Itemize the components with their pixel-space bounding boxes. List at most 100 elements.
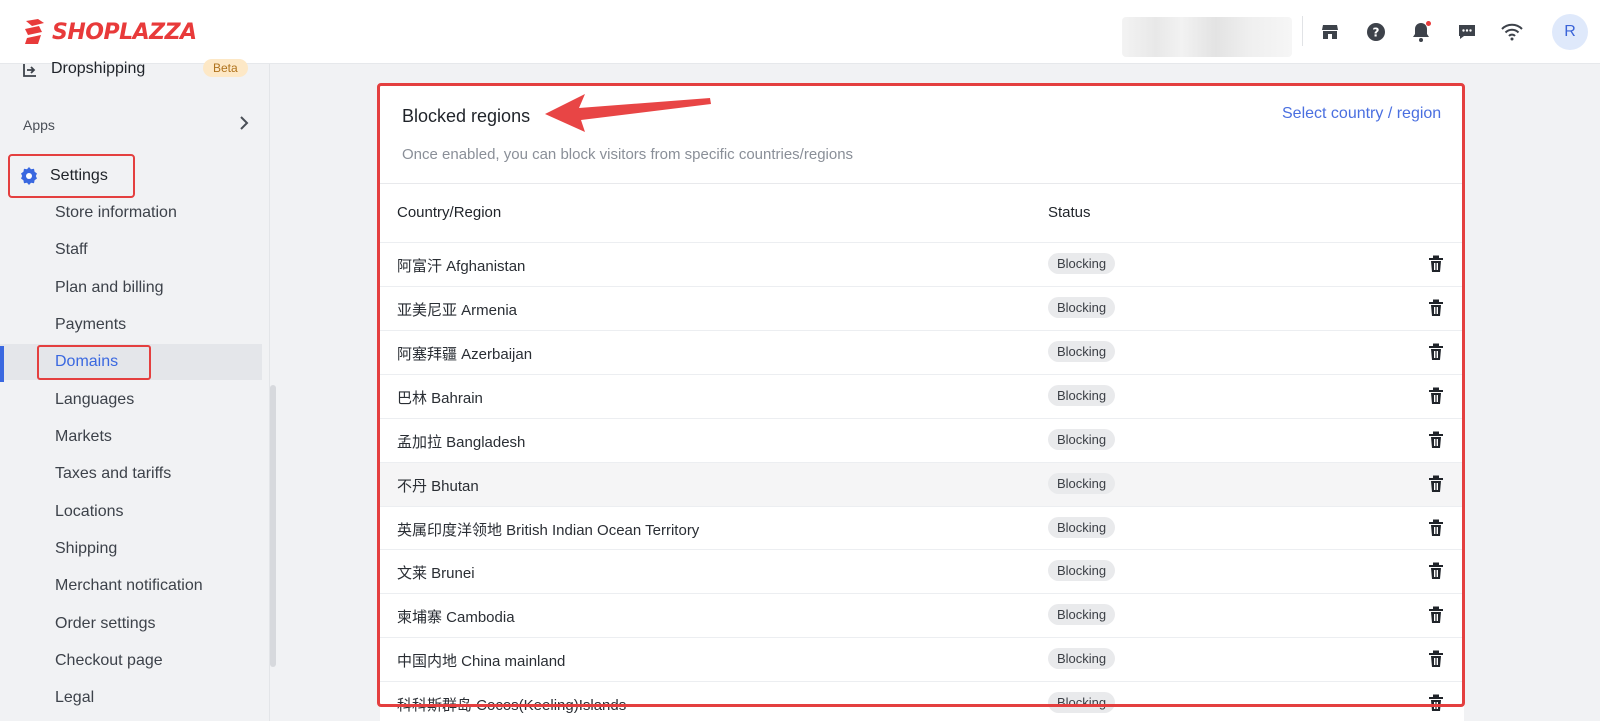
settings-highlight-box [8, 154, 135, 198]
sidebar-item-label: Payments [55, 316, 127, 333]
divider [1302, 16, 1303, 46]
store-icon[interactable] [1318, 20, 1342, 44]
status-badge: Blocking [1048, 692, 1116, 713]
sidebar-item-plan-and-billing[interactable]: Plan and billing [0, 270, 262, 306]
country-name: 不丹 Bhutan [397, 478, 479, 495]
country-name: 亚美尼亚 Armenia [397, 302, 518, 319]
table-row[interactable]: 中国内地 China mainland Blocking [380, 637, 1464, 681]
sidebar-item-markets[interactable]: Markets [0, 419, 262, 455]
sidebar-item-legal[interactable]: Legal [0, 680, 262, 716]
status-badge: Blocking [1048, 297, 1116, 318]
table-row[interactable]: 文莱 Brunei Blocking [380, 549, 1464, 593]
status-badge: Blocking [1048, 429, 1116, 450]
trash-icon[interactable] [1427, 474, 1445, 494]
trash-icon[interactable] [1427, 298, 1445, 318]
table-row[interactable]: 英属印度洋领地 British Indian Ocean Territory Bl… [380, 506, 1464, 550]
sidebar-item-label: Shipping [55, 540, 118, 557]
trash-icon[interactable] [1427, 386, 1445, 406]
sidebar-item-taxes-and-tariffs[interactable]: Taxes and tariffs [0, 456, 262, 492]
country-name: 孟加拉 Bangladesh [397, 434, 526, 451]
sidebar-item-label: Locations [55, 503, 124, 520]
sidebar-item-label: Markets [55, 428, 112, 445]
table-row[interactable]: 阿塞拜疆 Azerbaijan Blocking [380, 330, 1464, 374]
user-avatar[interactable]: R [1552, 14, 1588, 50]
status-badge: Blocking [1048, 473, 1116, 494]
table-row[interactable]: 巴林 Bahrain Blocking [380, 374, 1464, 418]
table-row[interactable]: 孟加拉 Bangladesh Blocking [380, 418, 1464, 462]
trash-icon[interactable] [1427, 561, 1445, 581]
country-name: 中国内地 China mainland [397, 653, 566, 670]
shoplazza-logo[interactable]: SHOPLAZZA [22, 18, 197, 46]
status-badge: Blocking [1048, 604, 1116, 625]
card-title: Blocked regions [402, 106, 531, 126]
status-badge: Blocking [1048, 517, 1116, 538]
import-icon [22, 62, 38, 83]
sidebar-item-label: Staff [55, 241, 88, 258]
chat-icon[interactable] [1455, 20, 1479, 44]
status-badge: Blocking [1048, 648, 1116, 669]
bell-icon[interactable] [1409, 20, 1433, 44]
sidebar-item-label: Legal [55, 689, 95, 706]
sidebar-item-label: Checkout page [55, 652, 163, 669]
trash-icon[interactable] [1427, 605, 1445, 625]
country-name: 科科斯群岛 Cocos(Keeling)Islands [397, 697, 627, 714]
sidebar-item-apps[interactable]: Apps [0, 112, 262, 138]
help-icon[interactable]: ? [1364, 20, 1388, 44]
annotation-arrow-icon [545, 94, 711, 132]
beta-badge: Beta [203, 59, 248, 77]
table-row[interactable]: 柬埔寨 Cambodia Blocking [380, 593, 1464, 637]
wifi-icon[interactable] [1500, 20, 1524, 44]
notification-dot [1426, 21, 1431, 26]
sidebar-item-label: Languages [55, 391, 135, 408]
sidebar-item-payments[interactable]: Payments [0, 307, 262, 343]
status-badge: Blocking [1048, 560, 1116, 581]
table-row[interactable]: 不丹 Bhutan Blocking [380, 462, 1464, 506]
sidebar-item-order-settings[interactable]: Order settings [0, 606, 262, 642]
active-indicator [0, 346, 4, 382]
sidebar-item-staff[interactable]: Staff [0, 232, 262, 268]
column-header-country: Country/Region [397, 204, 502, 221]
sidebar-item-store-information[interactable]: Store information [0, 195, 262, 231]
country-name: 柬埔寨 Cambodia [397, 609, 515, 626]
sidebar-scrollbar[interactable] [270, 385, 276, 667]
sidebar-item-merchant-notification[interactable]: Merchant notification [0, 568, 262, 604]
domains-highlight-box [37, 345, 151, 380]
sidebar-item-checkout-page[interactable]: Checkout page [0, 643, 262, 679]
sidebar-item-label: Store information [55, 204, 177, 221]
sidebar-item-locations[interactable]: Locations [0, 494, 262, 530]
trash-icon[interactable] [1427, 649, 1445, 669]
sidebar-item-label: Apps [23, 117, 55, 133]
trash-icon[interactable] [1427, 254, 1445, 274]
sidebar-item-label: Order settings [55, 615, 156, 632]
sidebar-item-label: Merchant notification [55, 577, 203, 594]
card-subtitle: Once enabled, you can block visitors fro… [402, 146, 854, 163]
status-badge: Blocking [1048, 341, 1116, 362]
column-header-status: Status [1048, 204, 1091, 221]
store-selector-blurred[interactable] [1122, 17, 1292, 57]
table-row[interactable]: 阿富汗 Afghanistan Blocking [380, 242, 1464, 286]
brand-name: SHOPLAZZA [52, 19, 197, 45]
sidebar-item-label: Plan and billing [55, 279, 164, 296]
status-badge: Blocking [1048, 385, 1116, 406]
country-name: 英属印度洋领地 British Indian Ocean Territory [397, 522, 700, 539]
table-row[interactable]: 科科斯群岛 Cocos(Keeling)Islands Blocking [380, 681, 1464, 721]
chevron-right-icon [238, 115, 250, 134]
sidebar-item-label: Taxes and tariffs [55, 465, 172, 482]
svg-text:?: ? [1373, 26, 1380, 40]
trash-icon[interactable] [1427, 430, 1445, 450]
status-badge: Blocking [1048, 253, 1116, 274]
country-name: 阿富汗 Afghanistan [397, 258, 526, 275]
trash-icon[interactable] [1427, 693, 1445, 713]
sidebar-item-shipping[interactable]: Shipping [0, 531, 262, 567]
country-name: 阿塞拜疆 Azerbaijan [397, 346, 533, 363]
sidebar-item-label: Dropshipping [51, 60, 146, 77]
trash-icon[interactable] [1427, 342, 1445, 362]
sidebar-item-languages[interactable]: Languages [0, 382, 262, 418]
divider [380, 183, 1464, 184]
trash-icon[interactable] [1427, 518, 1445, 538]
select-country-region-link[interactable]: Select country / region [1282, 105, 1441, 123]
country-name: 文莱 Brunei [397, 565, 475, 582]
table-row[interactable]: 亚美尼亚 Armenia Blocking [380, 286, 1464, 330]
logo-icon [25, 19, 44, 44]
country-name: 巴林 Bahrain [397, 390, 483, 407]
